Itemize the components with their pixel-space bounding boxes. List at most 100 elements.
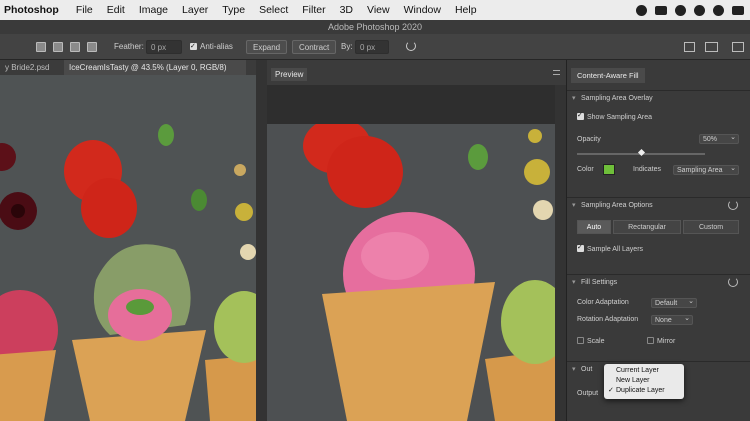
checkbox-icon	[647, 337, 654, 344]
document-tab-bride[interactable]: y Bride2.psd	[0, 60, 60, 75]
feather-label: Feather:	[114, 42, 144, 51]
section-header: Fill Settings	[581, 279, 618, 286]
preview-tab[interactable]: Preview	[271, 68, 308, 81]
shield-icon[interactable]	[675, 4, 686, 16]
checkbox-icon	[577, 242, 584, 254]
mac-menu-bar: Photoshop File Edit Image Layer Type Sel…	[0, 0, 750, 20]
sync-icon[interactable]	[655, 5, 667, 15]
color-adaptation-dropdown[interactable]: Default	[651, 297, 697, 308]
panel-title[interactable]: Content-Aware Fill	[571, 68, 645, 83]
mode-auto-button[interactable]: Auto	[577, 220, 611, 234]
fill-settings-section[interactable]: Fill Settings	[567, 274, 750, 291]
ice-cream-photo	[0, 75, 256, 421]
preview-canvas[interactable]	[267, 124, 555, 421]
preview-top-margin	[267, 85, 555, 124]
mirror-checkbox[interactable]: Mirror	[647, 336, 675, 348]
panel-menu-icon[interactable]	[553, 70, 560, 75]
sample-all-layers-checkbox[interactable]: Sample All Layers	[577, 242, 644, 256]
menu-type[interactable]: Type	[215, 4, 252, 16]
mode-rectangular-button[interactable]: Rectangular	[613, 220, 681, 234]
contract-button[interactable]: Contract	[292, 40, 337, 54]
by-label: By:	[341, 42, 353, 51]
checkbox-icon	[577, 337, 584, 344]
cone-shape	[72, 330, 206, 421]
mode-custom-button[interactable]: Custom	[683, 220, 739, 234]
menu-3d[interactable]: 3D	[333, 4, 360, 16]
menu-extras	[636, 0, 750, 20]
menu-filter[interactable]: Filter	[295, 4, 332, 16]
output-dropdown-menu: Current Layer New Layer Duplicate Layer	[604, 364, 684, 399]
leaf-shape	[191, 189, 207, 211]
reset-icon[interactable]	[728, 200, 738, 210]
cone-shape	[205, 355, 256, 421]
sampling-overlay-section[interactable]: Sampling Area Overlay	[567, 90, 750, 107]
indicates-label: Indicates	[633, 166, 662, 173]
app-menu[interactable]: Photoshop	[0, 4, 69, 16]
add-selection-icon[interactable]	[53, 42, 63, 52]
new-selection-icon[interactable]	[36, 42, 46, 52]
output-label: Output	[577, 390, 599, 397]
creative-cloud-icon[interactable]	[636, 4, 647, 16]
color-label: Color	[577, 166, 594, 173]
antialias-label: Anti-alias	[200, 42, 233, 51]
battery-icon[interactable]	[732, 5, 744, 15]
overlay-color-swatch[interactable]	[603, 164, 615, 175]
checkbox-label: Scale	[587, 338, 605, 345]
show-sampling-area-checkbox[interactable]: Show Sampling Area	[577, 110, 652, 124]
opacity-label: Opacity	[577, 136, 601, 143]
feather-input[interactable]: 0 px	[146, 40, 182, 54]
pane-divider[interactable]	[256, 60, 267, 421]
menu-file[interactable]: File	[69, 4, 100, 16]
wifi-icon[interactable]	[713, 4, 724, 16]
antialias-checkbox[interactable]: Anti-alias	[190, 40, 233, 54]
intersect-selection-icon[interactable]	[87, 42, 97, 52]
subtract-selection-icon[interactable]	[70, 42, 80, 52]
preview-tab-bar: Preview	[267, 60, 566, 85]
expand-button[interactable]: Expand	[246, 40, 288, 54]
reset-icon[interactable]	[728, 277, 738, 287]
menu-view[interactable]: View	[360, 4, 397, 16]
indicates-dropdown[interactable]: Sampling Area	[673, 164, 739, 175]
antialias-check-icon	[190, 40, 197, 54]
section-header: Out	[581, 366, 593, 373]
window-title-bar: Adobe Photoshop 2020	[0, 20, 750, 34]
menu-window[interactable]: Window	[397, 4, 448, 16]
menu-select[interactable]: Select	[252, 4, 295, 16]
document-tab-icecream[interactable]: IceCreamIsTasty @ 43.5% (Layer 0, RGB/8)	[64, 60, 246, 75]
leaf-shape	[158, 124, 174, 146]
checkbox-label: Sample All Layers	[587, 246, 644, 253]
color-adaptation-label: Color Adaptation	[577, 299, 629, 306]
leaf-shape	[468, 144, 488, 170]
menu-image[interactable]: Image	[132, 4, 175, 16]
reset-icon[interactable]	[406, 41, 416, 51]
checkbox-label: Mirror	[657, 338, 676, 345]
menu-layer[interactable]: Layer	[175, 4, 215, 16]
menu-edit[interactable]: Edit	[100, 4, 132, 16]
cone-shape	[322, 282, 495, 421]
opacity-input[interactable]: 50%	[699, 133, 739, 144]
checkbox-label: Show Sampling Area	[587, 114, 652, 121]
preview-scrollbar[interactable]	[555, 85, 566, 421]
main-canvas[interactable]	[0, 75, 256, 421]
sampling-options-section[interactable]: Sampling Area Options	[567, 197, 750, 214]
menu-item-current-layer[interactable]: Current Layer	[604, 366, 684, 376]
preview-photo	[267, 124, 555, 421]
workspace-icon[interactable]	[705, 42, 718, 52]
checkbox-icon	[577, 110, 584, 122]
scale-checkbox[interactable]: Scale	[577, 336, 605, 348]
by-input[interactable]: 0 px	[355, 40, 389, 54]
section-header: Sampling Area Options	[581, 202, 653, 209]
window-title: Adobe Photoshop 2020	[327, 22, 423, 32]
menu-item-new-layer[interactable]: New Layer	[604, 376, 684, 386]
share-icon[interactable]	[732, 42, 744, 52]
rotation-adaptation-dropdown[interactable]: None	[651, 314, 693, 325]
strawberry-slice	[81, 178, 137, 238]
strawberry-slice	[327, 136, 403, 208]
menu-help[interactable]: Help	[448, 4, 484, 16]
document-tab-bar: y Bride2.psd IceCreamIsTasty @ 43.5% (La…	[0, 60, 256, 75]
document-area: y Bride2.psd IceCreamIsTasty @ 43.5% (La…	[0, 60, 566, 421]
menu-item-duplicate-layer[interactable]: Duplicate Layer	[604, 386, 684, 396]
search-icon[interactable]	[684, 42, 695, 52]
rotation-adaptation-label: Rotation Adaptation	[577, 316, 639, 323]
eye-icon[interactable]	[694, 4, 705, 16]
